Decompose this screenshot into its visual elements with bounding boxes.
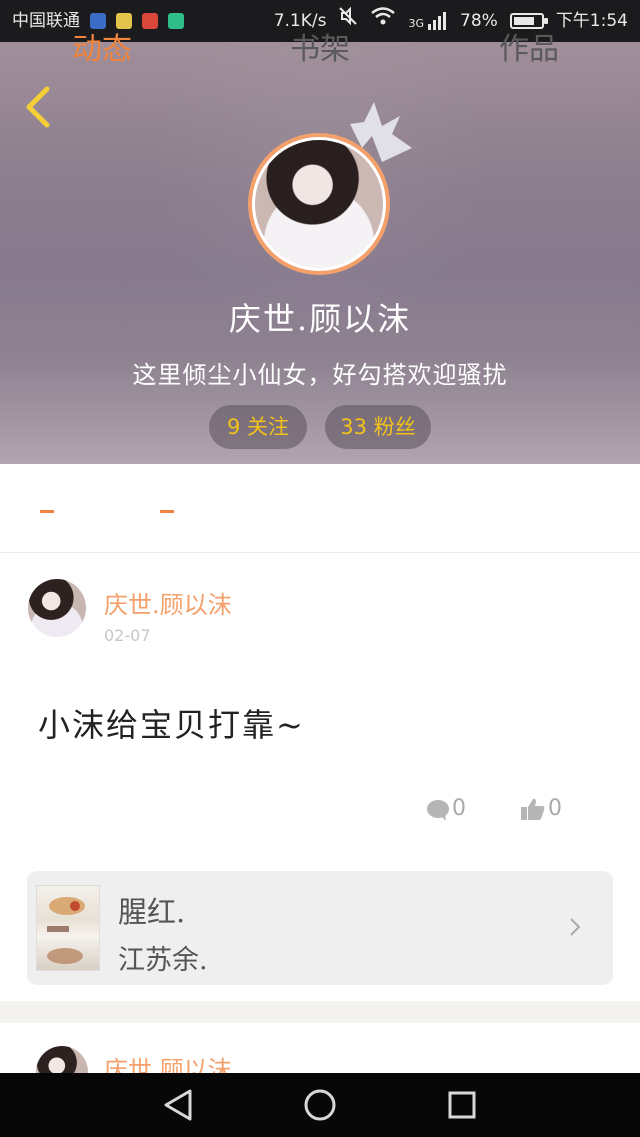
system-nav-bar bbox=[0, 1073, 640, 1137]
wifi-icon bbox=[370, 0, 396, 42]
divider bbox=[0, 1001, 640, 1023]
chevron-left-icon bbox=[26, 86, 50, 128]
followers-button[interactable]: 33 粉丝 bbox=[325, 405, 431, 449]
active-tab-indicator bbox=[40, 510, 54, 513]
profile-name: 庆世.顾以沫 bbox=[228, 300, 412, 338]
square-recents-icon bbox=[448, 1091, 476, 1119]
clock: 下午1:54 bbox=[555, 11, 628, 31]
comment-count: 0 bbox=[452, 796, 466, 821]
avatar[interactable] bbox=[28, 579, 86, 637]
nav-recents-button[interactable] bbox=[402, 1073, 522, 1137]
carrier-label: 中国联通 bbox=[12, 11, 80, 31]
like-count: 0 bbox=[548, 796, 562, 821]
tab-bookshelf[interactable]: 书架 bbox=[290, 24, 350, 68]
nav-home-button[interactable] bbox=[260, 1073, 380, 1137]
post-card bbox=[0, 1023, 640, 1073]
tab-moments[interactable]: 动态 bbox=[72, 24, 132, 68]
comment-button[interactable]: 0 bbox=[426, 796, 466, 821]
profile-avatar[interactable] bbox=[248, 133, 390, 275]
tab-works[interactable]: 作品 bbox=[499, 24, 559, 68]
back-button[interactable] bbox=[18, 84, 58, 130]
book-card[interactable] bbox=[27, 871, 613, 985]
post-date: 02-07 bbox=[104, 626, 151, 645]
triangle-back-icon bbox=[164, 1089, 192, 1121]
book-author: 江苏余. bbox=[118, 945, 208, 976]
book-cover-image bbox=[36, 885, 100, 971]
book-title: 腥红. bbox=[118, 895, 186, 929]
tab-bar bbox=[0, 464, 640, 553]
shield-icon bbox=[168, 13, 184, 29]
post-text: 小沫给宝贝打靠~ bbox=[38, 706, 305, 744]
comment-icon bbox=[427, 800, 449, 821]
battery-percent: 78% bbox=[460, 11, 498, 31]
chevron-right-icon bbox=[570, 918, 581, 936]
post-author[interactable]: 庆世.顾以沫 bbox=[104, 585, 232, 620]
thumbs-up-icon bbox=[521, 798, 545, 820]
app-notification-icon bbox=[142, 13, 158, 29]
signal-type-label: 3G bbox=[408, 17, 425, 30]
following-button[interactable]: 9 关注 bbox=[209, 405, 307, 449]
active-tab-indicator bbox=[160, 510, 174, 513]
like-button[interactable]: 0 bbox=[520, 796, 562, 821]
nav-back-button[interactable] bbox=[118, 1073, 238, 1137]
avatar-image bbox=[255, 140, 383, 268]
profile-bio: 这里倾尘小仙女，好勾搭欢迎骚扰 bbox=[132, 361, 508, 389]
circle-home-icon bbox=[304, 1089, 336, 1121]
cell-signal-icon: 3G bbox=[408, 12, 448, 30]
